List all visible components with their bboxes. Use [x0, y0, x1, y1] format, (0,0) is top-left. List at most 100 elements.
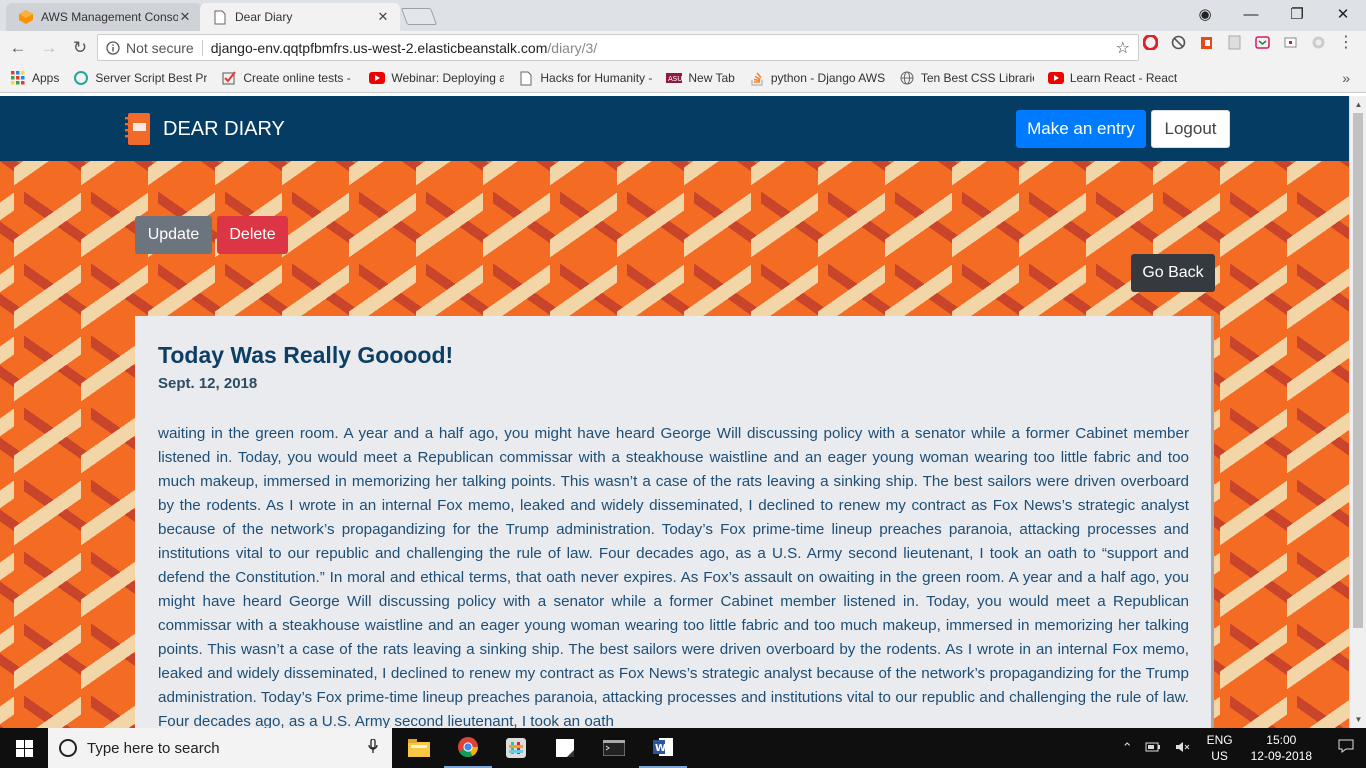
new-tab-button[interactable]	[400, 8, 438, 25]
language-indicator[interactable]: ENG US	[1207, 732, 1233, 764]
bookmark-label: Webinar: Deploying a	[391, 71, 505, 85]
tab-title: AWS Management Conso	[41, 10, 178, 24]
make-entry-button[interactable]: Make an entry	[1016, 110, 1146, 148]
address-bar[interactable]: Not secure django-env.qqtpfbmfrs.us-west…	[97, 34, 1139, 61]
checkbox-icon	[221, 70, 237, 86]
windows-start-button[interactable]	[0, 728, 48, 768]
opera-icon[interactable]	[1142, 34, 1158, 50]
bookmark-label: New Tab	[688, 71, 735, 85]
separator	[201, 39, 203, 56]
bookmark-label: Server Script Best Pra	[95, 71, 208, 85]
bookmark-label: python - Django AWS	[770, 71, 885, 85]
chevron-up-icon[interactable]: ⌃	[1122, 740, 1133, 756]
tab-aws-management-console[interactable]: AWS Management Conso ✕	[6, 3, 202, 31]
windows-logo-icon	[15, 739, 33, 757]
scroll-up-arrow-icon[interactable]: ▲	[1350, 96, 1366, 113]
bookmark-create-online-tests[interactable]: Create online tests -	[217, 67, 359, 89]
svg-text:ASU: ASU	[668, 75, 682, 83]
url-host: django-env.qqtpfbmfrs.us-west-2.elasticb…	[210, 39, 548, 56]
more-bookmarks-icon[interactable]: »	[1342, 70, 1350, 86]
system-tray: ⌃ ENG US 15:00 12-09-2018	[1116, 728, 1366, 768]
bookmark-label: Hacks for Humanity -	[540, 71, 653, 85]
server-icon	[73, 70, 89, 86]
slack-taskbar-icon[interactable]	[492, 728, 540, 768]
media-icon[interactable]	[1282, 34, 1298, 50]
update-button[interactable]: Update	[135, 216, 212, 254]
chrome-taskbar-icon[interactable]	[444, 728, 492, 768]
scroll-thumb[interactable]	[1353, 113, 1363, 628]
close-tab-icon[interactable]: ✕	[178, 9, 192, 25]
restore-button[interactable]: ❐	[1274, 0, 1320, 28]
language-code: ENG	[1206, 733, 1233, 747]
entry-title: Today Was Really Gooood!	[158, 342, 454, 368]
bookmark-hacks-for-humanity[interactable]: Hacks for Humanity -	[514, 67, 656, 89]
sticky-notes-taskbar-icon[interactable]	[541, 728, 589, 768]
site-navbar: DEAR DIARY Make an entry Logout	[0, 96, 1349, 161]
brand-name: DEAR DIARY	[163, 117, 285, 140]
delete-button[interactable]: Delete	[217, 216, 288, 254]
bookmark-python-django[interactable]: python - Django AWS	[745, 67, 889, 89]
youtube-icon	[1047, 70, 1064, 86]
browser-tab-bar: AWS Management Conso ✕ Dear Diary ✕ ◉ — …	[0, 0, 1366, 31]
bookmark-star-icon[interactable]: ☆	[1116, 38, 1130, 58]
logout-button[interactable]: Logout	[1151, 110, 1230, 148]
cortana-icon	[59, 739, 77, 757]
extensions-area: ⋮	[1142, 34, 1354, 51]
diary-logo-icon	[125, 113, 150, 145]
bookmark-css-libraries[interactable]: Ten Best CSS Librarie	[895, 67, 1038, 89]
word-taskbar-icon[interactable]: W	[639, 728, 687, 768]
reload-icon[interactable]: ↻	[67, 35, 93, 61]
minimize-button[interactable]: —	[1228, 0, 1274, 28]
back-arrow-icon[interactable]: ←	[5, 35, 31, 61]
tab-title: Dear Diary	[235, 10, 293, 24]
youtube-icon	[369, 70, 386, 86]
battery-network-icon[interactable]	[1145, 741, 1163, 756]
bookmark-label: Ten Best CSS Librarie	[920, 71, 1034, 85]
aws-icon	[18, 9, 34, 25]
bookmark-new-tab[interactable]: ASU New Tab	[662, 67, 738, 89]
page-scrollbar[interactable]: ▲ ▼	[1349, 96, 1366, 728]
asu-icon: ASU	[666, 70, 683, 86]
bookmark-webinar[interactable]: Webinar: Deploying a	[365, 67, 508, 89]
clock[interactable]: 15:00 12-09-2018	[1251, 732, 1312, 764]
command-prompt-taskbar-icon[interactable]	[590, 728, 638, 768]
pdf-icon[interactable]	[1226, 34, 1242, 50]
chrome-menu-icon[interactable]: ⋮	[1338, 34, 1354, 51]
url-path: /diary/3/	[547, 39, 598, 56]
bookmark-label: Apps	[32, 71, 60, 85]
scroll-down-arrow-icon[interactable]: ▼	[1350, 711, 1366, 728]
svg-text:W: W	[655, 743, 666, 754]
tab-dear-diary[interactable]: Dear Diary ✕	[200, 3, 400, 31]
globe-icon	[899, 70, 915, 86]
info-icon[interactable]	[106, 40, 120, 55]
entry-date: Sept. 12, 2018	[158, 375, 258, 392]
microphone-icon[interactable]	[368, 738, 378, 757]
go-back-button[interactable]: Go Back	[1131, 254, 1215, 292]
bookmarks-bar: Apps Server Script Best Pra Create onlin…	[0, 64, 1366, 93]
close-tab-icon[interactable]: ✕	[376, 9, 390, 25]
close-window-button[interactable]: ✕	[1320, 0, 1366, 28]
bookmark-label: Learn React - React C	[1069, 71, 1181, 85]
clock-time: 15:00	[1266, 733, 1297, 747]
task-view-file-explorer-icon[interactable]	[395, 728, 443, 768]
bookmark-label: Create online tests -	[243, 71, 351, 85]
taskbar-search-box[interactable]: Type here to search	[48, 728, 392, 768]
account-icon[interactable]: ◉	[1182, 0, 1228, 28]
bookmark-server-script[interactable]: Server Script Best Pra	[69, 67, 211, 89]
bookmark-apps[interactable]: Apps	[6, 67, 63, 89]
browser-toolbar: ← → ↻ Not secure django-env.qqtpfbmfrs.u…	[0, 31, 1366, 64]
circle-extension-icon[interactable]	[1310, 34, 1326, 50]
forward-arrow-icon[interactable]: →	[36, 35, 62, 61]
page-icon	[518, 70, 534, 86]
notification-icon[interactable]	[1326, 739, 1366, 757]
block-icon[interactable]	[1170, 34, 1186, 50]
office-icon[interactable]	[1198, 34, 1214, 50]
pocket-icon[interactable]	[1254, 34, 1270, 50]
search-placeholder: Type here to search	[87, 739, 220, 757]
security-label[interactable]: Not secure	[126, 40, 194, 56]
brand[interactable]: DEAR DIARY	[123, 112, 285, 146]
bookmark-learn-react[interactable]: Learn React - React C	[1044, 67, 1185, 89]
stackoverflow-icon	[749, 70, 765, 86]
page-viewport: DEAR DIARY Make an entry Logout Update D…	[0, 96, 1349, 728]
speaker-muted-icon[interactable]	[1175, 741, 1191, 756]
